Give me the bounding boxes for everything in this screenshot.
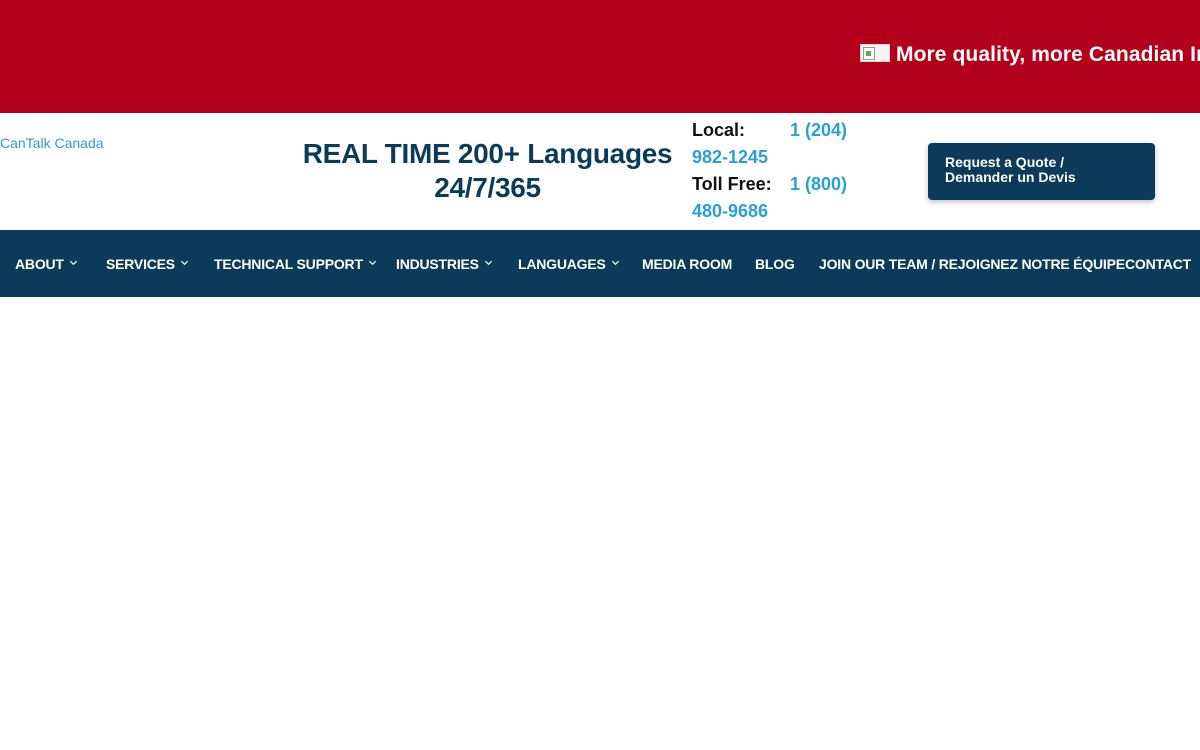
nav-item-languages[interactable]: LANGUAGES: [518, 230, 620, 297]
nav-label-about: ABOUT: [15, 255, 64, 272]
site-header: CanTalk Canada REAL TIME 200+ Languages …: [0, 113, 1200, 230]
broken-image-icon: [860, 44, 890, 62]
nav-item-services[interactable]: SERVICES: [106, 230, 189, 297]
chevron-down-icon: [180, 260, 189, 266]
nav-label-industries: INDUSTRIES: [396, 255, 479, 272]
phone-number-local-part2[interactable]: 982-1245: [692, 144, 768, 171]
banner-text: More quality, more Canadian In: [896, 43, 1200, 66]
phone-row-toll-free: Toll Free: 1 (800) 480-9686: [692, 171, 872, 225]
phone-label-toll-free: Toll Free:: [692, 174, 772, 194]
nav-label-blog: BLOG: [755, 255, 795, 272]
nav-item-about[interactable]: ABOUT: [15, 230, 78, 297]
request-quote-button[interactable]: Request a Quote / Demander un Devis: [928, 143, 1155, 200]
quote-button-line-2: Demander un Devis: [945, 169, 1076, 185]
quote-button-line-1: Request a Quote /: [945, 154, 1065, 170]
chevron-down-icon: [69, 260, 77, 266]
chevron-down-icon: [368, 260, 376, 266]
phone-number-toll-free-part1[interactable]: 1 (800): [790, 171, 847, 198]
chevron-down-icon: [484, 260, 492, 266]
nav-label-contact: CONTACT: [1125, 255, 1191, 272]
chevron-down-icon: [611, 260, 619, 266]
nav-label-services: SERVICES: [106, 255, 175, 272]
nav-label-languages: LANGUAGES: [518, 255, 606, 272]
phone-number-toll-free-part2[interactable]: 480-9686: [692, 198, 768, 225]
nav-item-contact[interactable]: CONTACT: [1125, 230, 1191, 297]
top-banner: More quality, more Canadian In: [0, 0, 1200, 113]
phone-label-local: Local:: [692, 120, 746, 140]
nav-item-technical-support[interactable]: TECHNICAL SUPPORT: [214, 230, 377, 297]
tagline-line-2: 24/7/365: [434, 172, 541, 203]
tagline: REAL TIME 200+ Languages 24/7/365: [290, 137, 685, 205]
banner-message: More quality, more Canadian In: [860, 43, 1200, 67]
main-nav: ABOUT SERVICES TECHNICAL SUPPORT INDUSTR…: [0, 230, 1200, 297]
nav-item-join-our-team[interactable]: JOIN OUR TEAM / REJOIGNEZ NOTRE ÉQUIPE: [819, 230, 1125, 297]
phone-number-local-part1[interactable]: 1 (204): [790, 117, 847, 144]
nav-item-industries[interactable]: INDUSTRIES: [396, 230, 493, 297]
phone-numbers: Local: 1 (204) 982-1245 Toll Free: 1 (80…: [692, 117, 872, 225]
nav-label-join-our-team: JOIN OUR TEAM / REJOIGNEZ NOTRE ÉQUIPE: [819, 255, 1125, 272]
nav-label-media-room: MEDIA ROOM: [642, 255, 733, 272]
nav-item-blog[interactable]: BLOG: [755, 230, 795, 297]
tagline-line-1: REAL TIME 200+ Languages: [302, 138, 673, 169]
nav-label-technical-support: TECHNICAL SUPPORT: [214, 255, 363, 272]
nav-item-media-room[interactable]: MEDIA ROOM: [642, 230, 732, 297]
logo-link[interactable]: CanTalk Canada: [0, 135, 104, 151]
phone-row-local: Local: 1 (204) 982-1245: [692, 117, 872, 171]
